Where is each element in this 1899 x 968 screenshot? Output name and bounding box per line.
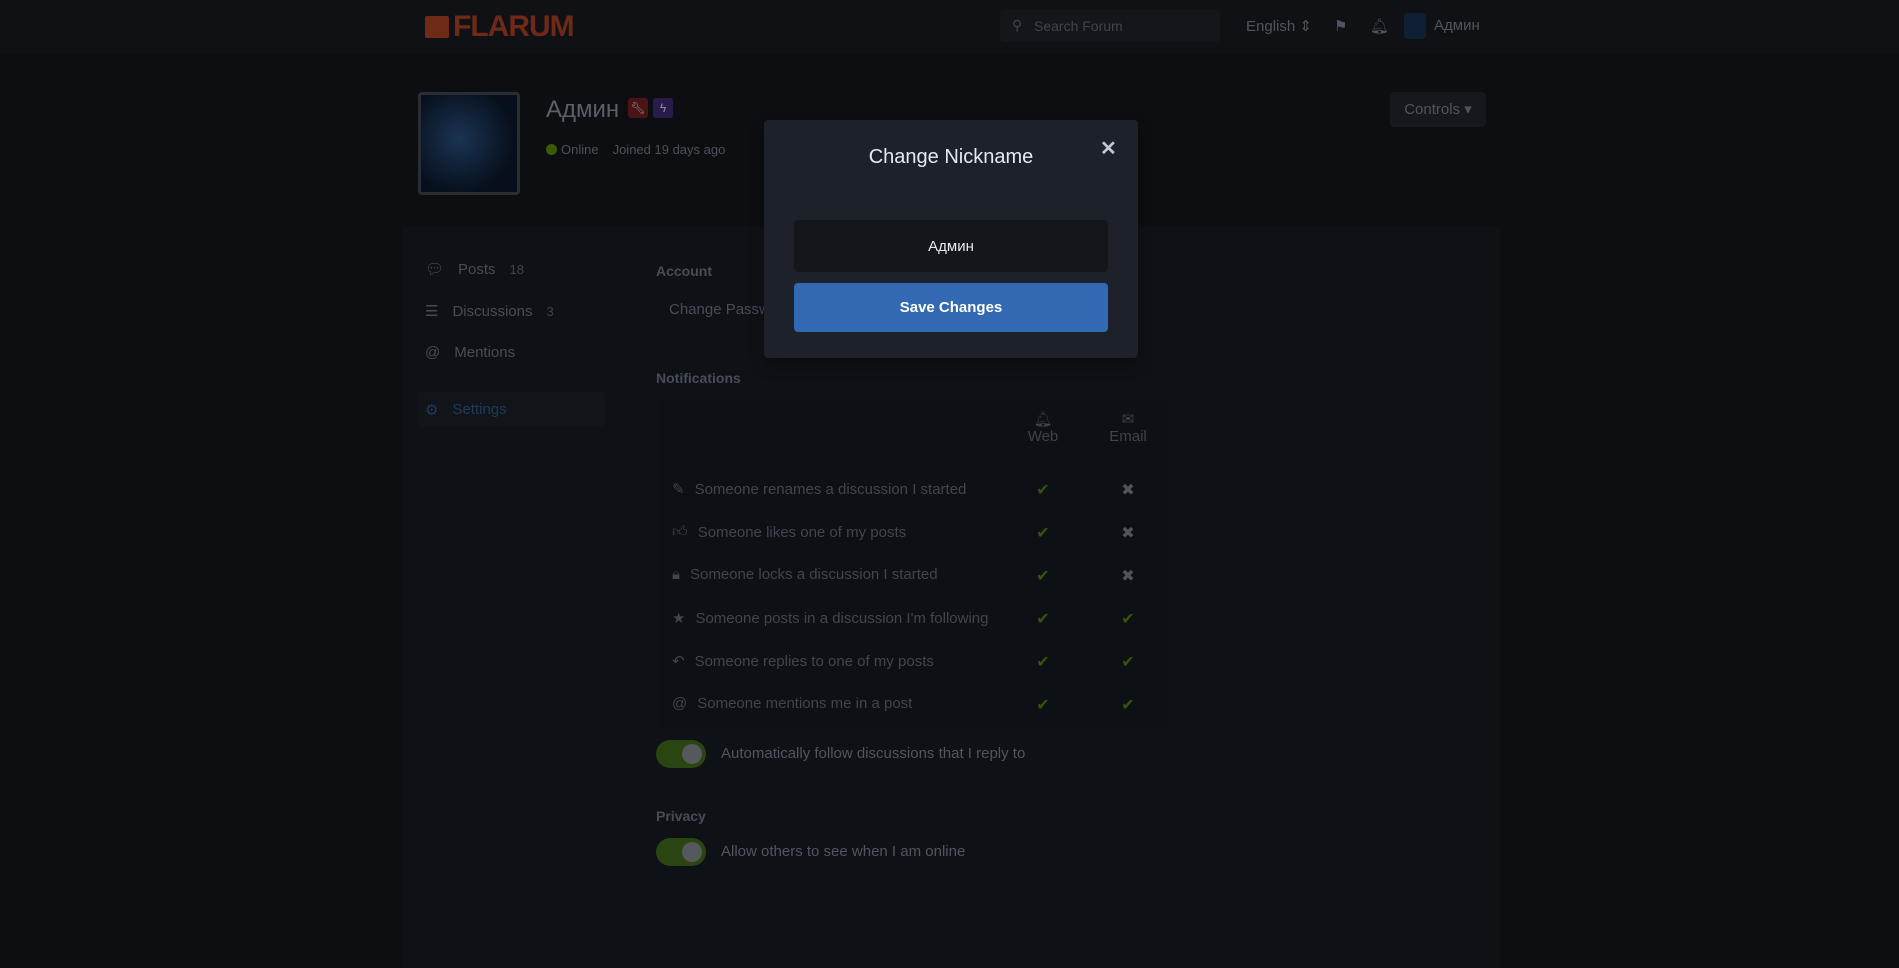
online-label: Online	[561, 142, 599, 157]
controls-button[interactable]: Controls ▾	[1390, 92, 1486, 127]
envelope-icon: ✉	[1121, 411, 1135, 428]
search-input[interactable]: ⚲ Search Forum	[1000, 10, 1220, 42]
at-icon: @	[425, 344, 441, 361]
web-checkbox[interactable]: ✔	[1033, 652, 1053, 672]
show-online-toggle[interactable]	[656, 838, 706, 866]
notification-label: Someone likes one of my posts	[697, 523, 907, 541]
sidebar-item-posts[interactable]: 💬︎ Posts 18	[425, 260, 525, 279]
pencil-icon: ✎	[672, 481, 685, 498]
email-column-header: ✉ Email	[1098, 410, 1158, 445]
wrench-icon: 🔧︎	[628, 98, 648, 118]
bolt-icon: ϟ	[653, 98, 673, 118]
web-checkbox[interactable]: ✔	[1033, 523, 1053, 543]
sidebar-item-label: Mentions	[454, 344, 516, 361]
email-label: Email	[1109, 428, 1147, 445]
language-label: English	[1246, 18, 1296, 35]
language-select[interactable]: English ⇕	[1246, 17, 1312, 35]
nickname-input[interactable]	[794, 220, 1108, 272]
sidebar-item-discussions[interactable]: ☰ Discussions 3	[425, 302, 554, 321]
auto-follow-toggle[interactable]	[656, 740, 706, 768]
modal-title: Change Nickname	[868, 146, 1034, 168]
user-avatar[interactable]	[1404, 13, 1426, 39]
logo-icon	[425, 16, 449, 38]
bell-icon: 🔔︎	[1033, 411, 1053, 428]
web-column-header: 🔔︎ Web	[1013, 410, 1073, 445]
joined-date: Joined 19 days ago	[612, 142, 726, 157]
notification-label: Someone renames a discussion I started	[694, 480, 967, 498]
search-placeholder: Search Forum	[1034, 18, 1123, 34]
change-nickname-modal: Change Nickname ✕ Save Changes	[764, 120, 1138, 358]
notification-table	[660, 400, 1168, 730]
list-icon: ☰	[425, 303, 439, 320]
email-checkbox[interactable]: ✖	[1118, 566, 1138, 586]
flag-icon[interactable]: ⚑	[1334, 17, 1347, 35]
auto-follow-label: Automatically follow discussions that I …	[721, 745, 1026, 762]
reply-icon: ↶	[672, 653, 685, 670]
sidebar-item-mentions[interactable]: @ Mentions	[425, 344, 515, 361]
search-icon: ⚲	[1012, 17, 1023, 33]
sidebar-item-label: Settings	[452, 401, 507, 418]
email-checkbox[interactable]: ✖	[1118, 523, 1138, 543]
at-icon: @	[672, 695, 688, 712]
account-heading: Account	[656, 263, 712, 279]
profile-name: Админ	[546, 96, 620, 123]
bell-icon[interactable]: 🔔︎	[1370, 17, 1389, 35]
notification-row: ↶ Someone replies to one of my posts	[672, 652, 934, 671]
profile-avatar[interactable]	[418, 92, 520, 195]
sidebar-item-count: 18	[509, 261, 525, 277]
show-online-label: Allow others to see when I am online	[721, 843, 966, 860]
notification-row: ★ Someone posts in a discussion I'm follo…	[672, 609, 989, 628]
logo[interactable]: FLARUM	[425, 10, 575, 44]
sidebar-item-settings[interactable]: ⚙ Settings	[418, 392, 605, 427]
notification-row: ✎ Someone renames a discussion I started	[672, 480, 967, 499]
web-label: Web	[1027, 428, 1059, 445]
web-checkbox[interactable]: ✔	[1033, 480, 1053, 500]
notifications-heading: Notifications	[656, 370, 741, 386]
online-dot-icon	[546, 144, 557, 155]
web-checkbox[interactable]: ✔	[1033, 609, 1053, 629]
star-icon: ★	[672, 610, 686, 627]
close-icon[interactable]: ✕	[1100, 136, 1117, 161]
comment-icon: 💬︎	[425, 261, 445, 278]
online-status: Online	[546, 142, 599, 157]
web-checkbox[interactable]: ✔	[1033, 566, 1053, 586]
save-changes-button[interactable]: Save Changes	[794, 283, 1108, 332]
sidebar-item-label: Posts	[458, 260, 496, 278]
sidebar-item-count: 3	[546, 303, 554, 319]
header: FLARUM ⚲ Search Forum English ⇕ ⚑ 🔔︎ Адми…	[0, 0, 1899, 54]
email-checkbox[interactable]: ✖	[1118, 480, 1138, 500]
notification-row: 👍︎ Someone likes one of my posts	[672, 523, 906, 541]
notification-label: Someone replies to one of my posts	[694, 652, 934, 670]
notification-label: Someone mentions me in a post	[697, 695, 913, 712]
notification-row: @ Someone mentions me in a post	[672, 695, 912, 712]
sidebar-item-label: Discussions	[452, 302, 533, 320]
lock-icon: 🔒︎	[672, 566, 680, 583]
notification-label: Someone posts in a discussion I'm follow…	[695, 609, 989, 627]
web-checkbox[interactable]: ✔	[1033, 695, 1053, 715]
email-checkbox[interactable]: ✔	[1118, 652, 1138, 672]
notification-label: Someone locks a discussion I started	[689, 566, 938, 583]
privacy-heading: Privacy	[656, 808, 706, 824]
gear-icon: ⚙	[425, 401, 439, 419]
logo-text: FLARUM	[453, 10, 575, 43]
email-checkbox[interactable]: ✔	[1118, 695, 1138, 715]
notification-row: 🔒︎ Someone locks a discussion I started	[672, 566, 938, 583]
thumbs-up-icon: 👍︎	[672, 523, 688, 540]
profile-status: Online Joined 19 days ago	[546, 142, 725, 157]
email-checkbox[interactable]: ✔	[1118, 609, 1138, 629]
user-menu[interactable]: Админ	[1434, 17, 1480, 34]
